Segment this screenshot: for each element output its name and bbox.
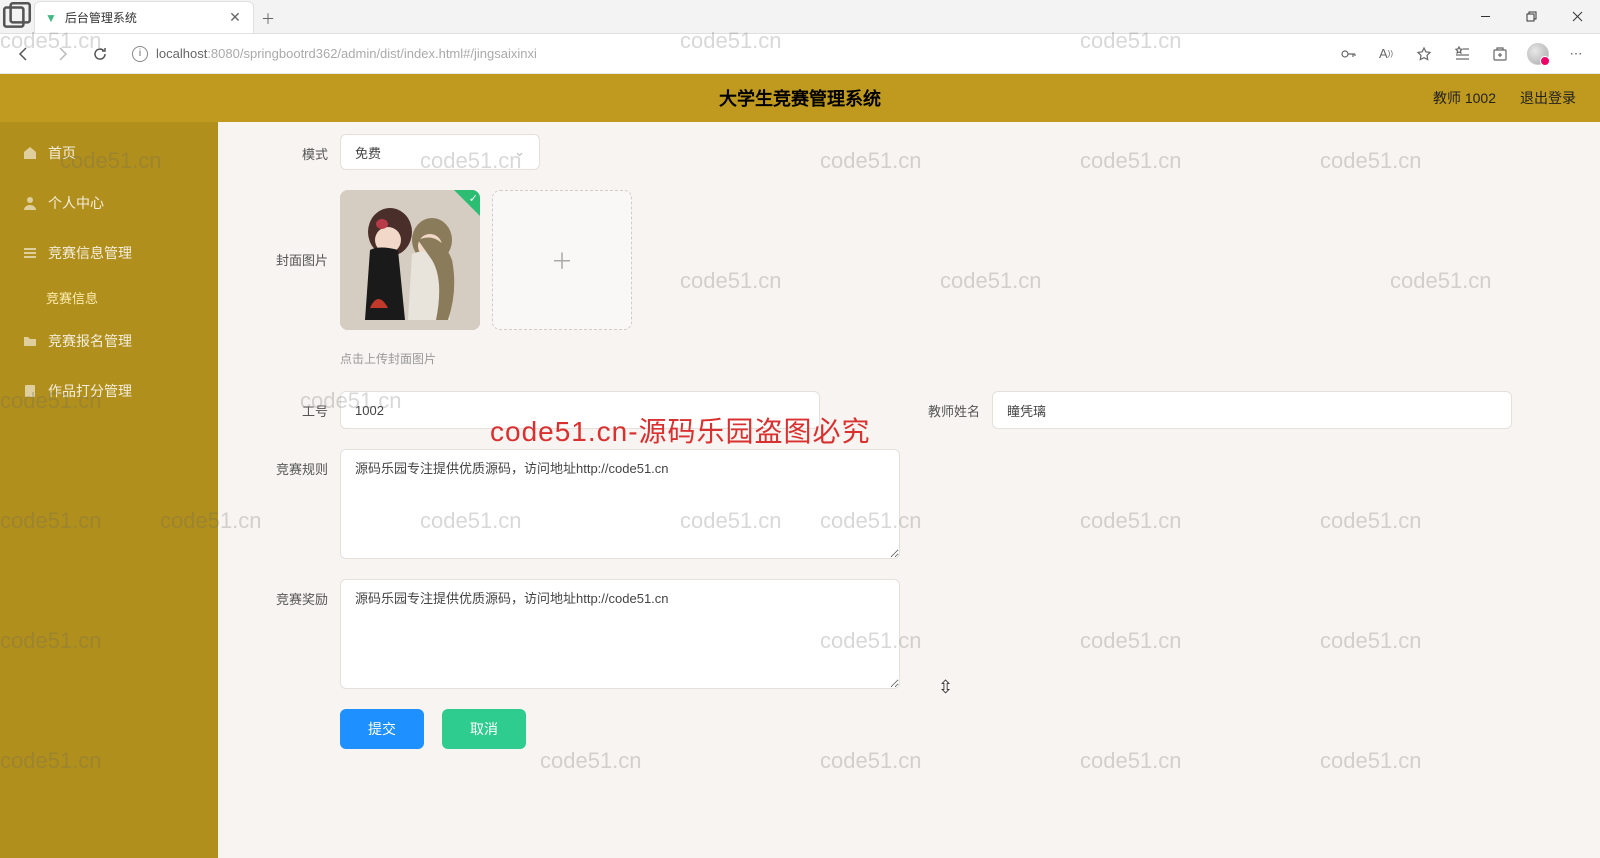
more-menu-icon[interactable]: ⋯ bbox=[1560, 38, 1592, 70]
worknum-label: 工号 bbox=[258, 401, 328, 420]
browser-titlebar: ▼ 后台管理系统 ✕ ＋ bbox=[0, 0, 1600, 34]
minimize-button[interactable] bbox=[1462, 0, 1508, 33]
folder-icon bbox=[22, 333, 38, 349]
vue-icon: ▼ bbox=[45, 11, 57, 25]
logout-link[interactable]: 退出登录 bbox=[1520, 88, 1576, 108]
back-button[interactable] bbox=[8, 38, 40, 70]
teacher-input[interactable] bbox=[992, 391, 1512, 429]
upload-hint: 点击上传封面图片 bbox=[258, 350, 1540, 367]
score-icon bbox=[22, 383, 38, 399]
sidebar-label: 首页 bbox=[48, 143, 76, 163]
list-icon bbox=[22, 245, 38, 261]
cover-row: 封面图片 bbox=[258, 190, 1540, 330]
worknum-input[interactable] bbox=[340, 391, 820, 429]
collections-icon[interactable] bbox=[1484, 38, 1516, 70]
favorite-icon[interactable] bbox=[1408, 38, 1440, 70]
url-text: localhost:8080/springbootrd362/admin/dis… bbox=[156, 46, 537, 61]
sidebar-personal[interactable]: 个人中心 bbox=[0, 178, 218, 228]
reward-row: 竞赛奖励 bbox=[258, 579, 1540, 689]
home-icon bbox=[22, 145, 38, 161]
cancel-button[interactable]: 取消 bbox=[442, 709, 526, 749]
check-icon bbox=[454, 190, 480, 216]
sidebar-scoring[interactable]: 作品打分管理 bbox=[0, 366, 218, 416]
cover-thumbnail[interactable] bbox=[340, 190, 480, 330]
sidebar: 首页 个人中心 竞赛信息管理 竞赛信息 竞赛报名管理 作品打分管理 bbox=[0, 122, 218, 858]
profile-icon[interactable] bbox=[1522, 38, 1554, 70]
forward-button bbox=[46, 38, 78, 70]
reward-label: 竞赛奖励 bbox=[258, 579, 328, 608]
tab-title: 后台管理系统 bbox=[65, 9, 137, 26]
worknum-row: 工号 教师姓名 bbox=[258, 391, 1540, 429]
read-aloud-icon[interactable]: A)) bbox=[1370, 38, 1402, 70]
rules-row: 竞赛规则 bbox=[258, 449, 1540, 559]
favorites-list-icon[interactable] bbox=[1446, 38, 1478, 70]
reward-textarea[interactable] bbox=[340, 579, 900, 689]
sidebar-sub-label: 竞赛信息 bbox=[46, 288, 98, 307]
browser-tab[interactable]: ▼ 后台管理系统 ✕ bbox=[34, 1, 254, 33]
maximize-button[interactable] bbox=[1508, 0, 1554, 33]
site-info-icon[interactable]: i bbox=[132, 46, 148, 62]
app-header: 大学生竞赛管理系统 教师 1002 退出登录 bbox=[0, 74, 1600, 122]
mode-row: 模式 免费 ⌄ bbox=[258, 134, 1540, 170]
close-window-button[interactable] bbox=[1554, 0, 1600, 33]
mode-select[interactable]: 免费 ⌄ bbox=[340, 134, 540, 170]
mode-value: 免费 bbox=[355, 143, 381, 162]
new-tab-button[interactable]: ＋ bbox=[260, 11, 276, 27]
sidebar-label: 作品打分管理 bbox=[48, 381, 132, 401]
submit-button[interactable]: 提交 bbox=[340, 709, 424, 749]
close-tab-icon[interactable]: ✕ bbox=[227, 10, 243, 26]
plus-icon: ＋ bbox=[551, 244, 573, 276]
tab-actions-icon[interactable] bbox=[0, 0, 34, 33]
mode-label: 模式 bbox=[258, 134, 328, 163]
button-row: 提交 取消 bbox=[258, 709, 1540, 749]
sidebar-enroll[interactable]: 竞赛报名管理 bbox=[0, 316, 218, 366]
sidebar-comp-info-sub[interactable]: 竞赛信息 bbox=[0, 278, 218, 316]
main-content: 模式 免费 ⌄ 封面图片 bbox=[218, 122, 1600, 858]
sidebar-label: 个人中心 bbox=[48, 193, 104, 213]
sidebar-label: 竞赛报名管理 bbox=[48, 331, 132, 351]
credentials-icon[interactable] bbox=[1332, 38, 1364, 70]
chevron-down-icon: ⌄ bbox=[514, 144, 525, 160]
url-input[interactable]: i localhost:8080/springbootrd362/admin/d… bbox=[122, 39, 1326, 69]
app-title: 大学生竞赛管理系统 bbox=[719, 85, 881, 111]
rules-label: 竞赛规则 bbox=[258, 449, 328, 478]
user-icon bbox=[22, 195, 38, 211]
window-controls bbox=[1462, 0, 1600, 33]
cover-label: 封面图片 bbox=[258, 190, 328, 269]
sidebar-label: 竞赛信息管理 bbox=[48, 243, 132, 263]
sidebar-comp-info[interactable]: 竞赛信息管理 bbox=[0, 228, 218, 278]
teacher-label: 教师姓名 bbox=[900, 401, 980, 420]
sidebar-home[interactable]: 首页 bbox=[0, 128, 218, 178]
resize-cursor-icon: ⇳ bbox=[938, 677, 953, 698]
refresh-button[interactable] bbox=[84, 38, 116, 70]
browser-address-bar: i localhost:8080/springbootrd362/admin/d… bbox=[0, 34, 1600, 74]
upload-add-button[interactable]: ＋ bbox=[492, 190, 632, 330]
rules-textarea[interactable] bbox=[340, 449, 900, 559]
current-user[interactable]: 教师 1002 bbox=[1433, 88, 1496, 108]
